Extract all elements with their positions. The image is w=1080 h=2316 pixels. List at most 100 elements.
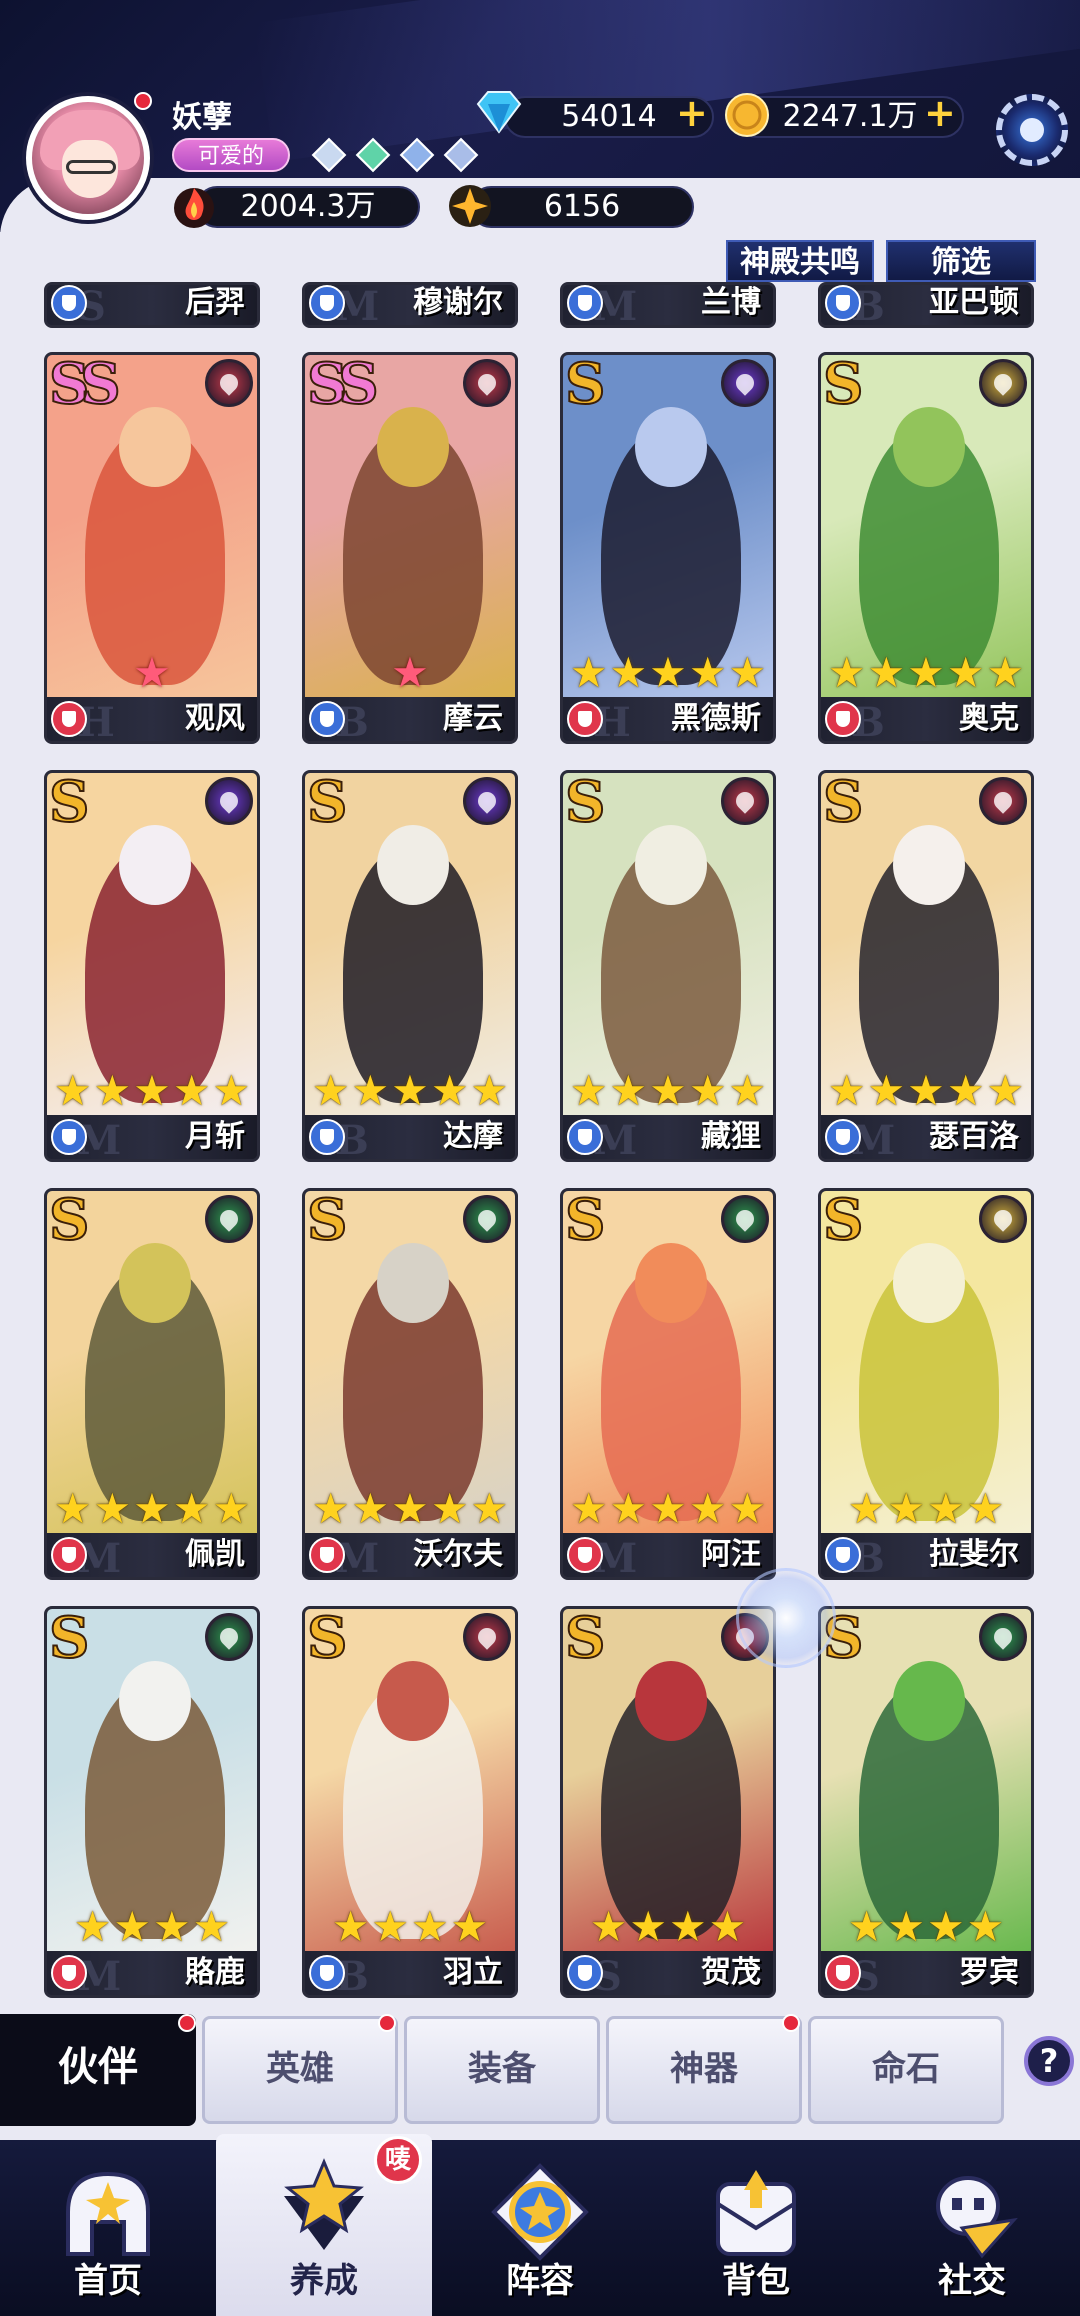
nav-upgrade[interactable]: 唛 养成	[216, 2134, 432, 2316]
hero-card[interactable]: S ★ ★ ★ ★ ★ M 瑟百洛	[818, 770, 1034, 1162]
hero-card[interactable]: S ★ ★ ★ ★ ★ M 阿汪	[560, 1188, 776, 1580]
hero-card[interactable]: S ★ ★ ★ ★ ★ M 沃尔夫	[302, 1188, 518, 1580]
nav-lineup[interactable]: 阵容	[432, 2140, 648, 2316]
role-icon	[825, 1537, 861, 1573]
star-icon: ★	[986, 1066, 1025, 1115]
faction-icon	[205, 1613, 253, 1661]
hero-card[interactable]: S 后羿	[44, 282, 260, 328]
hero-card[interactable]: M 兰博	[560, 282, 776, 328]
star-icon: ★	[728, 1066, 767, 1115]
settings-gear-icon[interactable]	[996, 94, 1068, 166]
add-diamond-button[interactable]: +	[676, 92, 708, 134]
star-rating: ★	[47, 651, 257, 695]
role-icon	[825, 1955, 861, 1991]
role-icon	[567, 1537, 603, 1573]
hero-name: 月斩	[185, 1119, 245, 1154]
faction-icon	[205, 777, 253, 825]
star-icon: ★	[966, 1484, 1005, 1533]
rank-badge: SS	[306, 352, 380, 418]
rank-badge: S	[564, 1188, 607, 1254]
hero-card[interactable]: SS ★ H 观风	[44, 352, 260, 744]
role-icon	[825, 1119, 861, 1155]
star-icon: ★	[153, 1902, 191, 1951]
rank-badge: S	[306, 770, 349, 836]
combat-power-counter: 2004.3万	[196, 186, 420, 228]
hero-name: 阿汪	[701, 1537, 761, 1572]
faction-icon	[463, 1613, 511, 1661]
hero-card[interactable]: S ★ ★ ★ ★ ★ M 月斩	[44, 770, 260, 1162]
rank-badge: SS	[48, 352, 122, 418]
role-icon	[309, 701, 345, 737]
hero-card[interactable]: S ★ ★ ★ ★ ★ M 藏狸	[560, 770, 776, 1162]
temple-resonance-button[interactable]: 神殿共鸣	[726, 240, 874, 282]
star-icon: ★	[172, 1484, 211, 1533]
faction-icon	[979, 777, 1027, 825]
rank-badge: S	[48, 1188, 91, 1254]
faction-icon	[205, 359, 253, 407]
hero-card[interactable]: S ★ ★ ★ ★ ★ B 达摩	[302, 770, 518, 1162]
star-icon: ★	[649, 1066, 687, 1115]
faction-icon	[721, 777, 769, 825]
star-icon: ★	[907, 1066, 945, 1115]
hero-card[interactable]: S ★ ★ ★ ★ S 贺茂	[560, 1606, 776, 1998]
add-gold-button[interactable]: +	[924, 92, 956, 134]
hero-name: 穆谢尔	[413, 285, 503, 320]
hero-card[interactable]: S ★ ★ ★ ★ B 拉斐尔	[818, 1188, 1034, 1580]
hero-card[interactable]: B 亚巴顿	[818, 282, 1034, 328]
nav-social-label: 社交	[938, 2261, 1006, 2301]
nav-upgrade-badge: 唛	[374, 2136, 422, 2184]
role-icon	[825, 285, 861, 321]
tab-partner[interactable]: 伙伴	[0, 2014, 196, 2126]
star-icon: ★	[688, 648, 727, 697]
hero-card[interactable]: S ★ ★ ★ ★ ★ M 佩凯	[44, 1188, 260, 1580]
combat-power-value: 2004.3万	[240, 189, 376, 224]
player-avatar[interactable]	[26, 96, 150, 220]
help-button[interactable]: ?	[1024, 2036, 1074, 2086]
role-icon	[51, 1119, 87, 1155]
rank-badge: S	[822, 770, 865, 836]
hero-card[interactable]: S ★ ★ ★ ★ S 罗宾	[818, 1606, 1034, 1998]
hero-name: 羽立	[443, 1955, 503, 1990]
star-icon: ★	[371, 1902, 409, 1951]
star-rating: ★ ★ ★ ★ ★	[563, 1487, 773, 1531]
tab-equipment[interactable]: 装备	[404, 2016, 600, 2124]
nav-home-label: 首页	[74, 2261, 142, 2301]
star-icon: ★	[73, 1902, 112, 1951]
hero-card[interactable]: S ★ ★ ★ ★ ★ H 黑德斯	[560, 352, 776, 744]
star-icon: ★	[430, 1484, 469, 1533]
gem-icon	[399, 137, 435, 173]
star-icon: ★	[311, 1484, 350, 1533]
rank-badge: S	[564, 770, 607, 836]
star-rating: ★ ★ ★ ★	[305, 1905, 515, 1949]
role-icon	[567, 1955, 603, 1991]
star-icon: ★	[867, 1066, 906, 1115]
nav-social[interactable]: 社交	[864, 2140, 1080, 2316]
nav-backpack[interactable]: 背包	[648, 2140, 864, 2316]
star-icon: ★	[688, 1066, 727, 1115]
floating-assistant-button[interactable]	[736, 1568, 836, 1668]
diamond-icon	[476, 91, 522, 134]
nav-home[interactable]: 首页	[0, 2140, 216, 2316]
star-rating: ★ ★ ★ ★	[821, 1905, 1031, 1949]
star-icon: ★	[113, 1902, 151, 1951]
hero-name: 黑德斯	[671, 701, 761, 736]
gold-value: 2247.1万	[782, 99, 918, 134]
hero-card[interactable]: S ★ ★ ★ ★ ★ B 奥克	[818, 352, 1034, 744]
hero-card[interactable]: M 穆谢尔	[302, 282, 518, 328]
filter-button[interactable]: 筛选	[886, 240, 1036, 282]
title-gems	[311, 137, 479, 173]
tab-heroes[interactable]: 英雄	[202, 2016, 398, 2124]
star-icon: ★	[212, 1484, 251, 1533]
star-icon: ★	[649, 648, 687, 697]
hero-card[interactable]: SS ★ B 摩云	[302, 352, 518, 744]
star-icon: ★	[331, 1902, 370, 1951]
player-title-badge[interactable]: 可爱的	[172, 138, 290, 172]
tab-artifacts[interactable]: 神器	[606, 2016, 802, 2124]
role-icon	[309, 1119, 345, 1155]
tab-fate-stones[interactable]: 命石	[808, 2016, 1004, 2124]
hero-name: 拉斐尔	[929, 1537, 1019, 1572]
star-icon: ★	[728, 1484, 767, 1533]
hero-card[interactable]: S ★ ★ ★ ★ B 羽立	[302, 1606, 518, 1998]
nav-upgrade-label: 养成	[290, 2261, 358, 2301]
hero-card[interactable]: S ★ ★ ★ ★ M 賂鹿	[44, 1606, 260, 1998]
